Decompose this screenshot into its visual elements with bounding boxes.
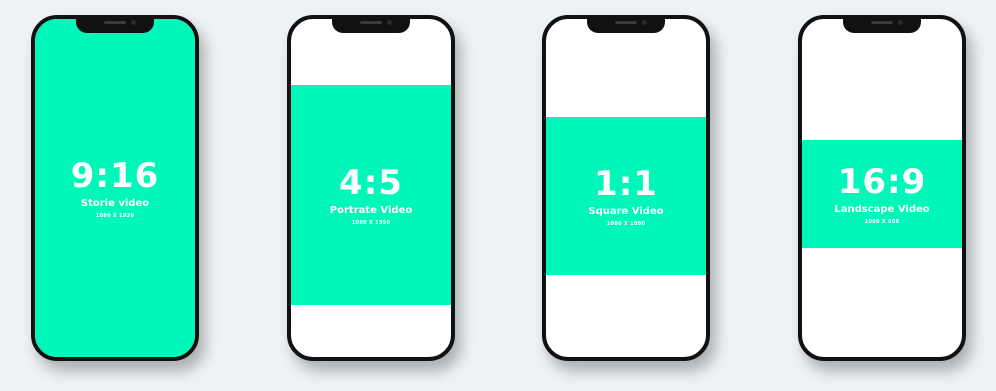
- video-area: 4:5 Portrate Video 1080 X 1350: [291, 85, 451, 305]
- resolution: 1080 X 1920: [95, 212, 135, 219]
- notch: [843, 19, 921, 33]
- phone-mockup-1-1: 1:1 Square Video 1080 X 1080: [542, 15, 710, 361]
- camera-icon: [387, 20, 392, 25]
- phone-mockup-9-16: 9:16 Storie video 1080 X 1920: [31, 15, 199, 361]
- format-label: 4:5 Portrate Video 1080 X 1350: [330, 164, 412, 227]
- speaker-icon: [871, 21, 893, 24]
- format-label: 9:16 Storie video 1080 X 1920: [71, 157, 160, 220]
- notch: [76, 19, 154, 33]
- phone-mockup-16-9: 16:9 Landscape Video 1080 X 608: [798, 15, 966, 361]
- speaker-icon: [360, 21, 382, 24]
- aspect-ratio: 1:1: [594, 163, 658, 204]
- resolution: 1080 X 1080: [606, 220, 646, 227]
- aspect-ratio: 4:5: [339, 162, 403, 203]
- speaker-icon: [615, 21, 637, 24]
- resolution: 1080 X 608: [864, 218, 900, 225]
- notch: [587, 19, 665, 33]
- camera-icon: [642, 20, 647, 25]
- phone-mockup-4-5: 4:5 Portrate Video 1080 X 1350: [287, 15, 455, 361]
- format-label: 16:9 Landscape Video 1080 X 608: [834, 163, 929, 226]
- format-label: 1:1 Square Video 1080 X 1080: [588, 165, 663, 228]
- aspect-ratio: 9:16: [70, 155, 160, 196]
- video-area: 1:1 Square Video 1080 X 1080: [546, 117, 706, 275]
- speaker-icon: [104, 21, 126, 24]
- format-name: Portrate Video: [329, 204, 413, 216]
- video-area: 16:9 Landscape Video 1080 X 608: [802, 140, 962, 248]
- format-name: Landscape Video: [834, 203, 930, 215]
- format-name: Square Video: [588, 205, 664, 217]
- camera-icon: [898, 20, 903, 25]
- resolution: 1080 X 1350: [351, 219, 391, 226]
- aspect-ratio: 16:9: [837, 161, 927, 202]
- video-area: 9:16 Storie video 1080 X 1920: [35, 19, 195, 357]
- camera-icon: [131, 20, 136, 25]
- notch: [332, 19, 410, 33]
- format-name: Storie video: [80, 197, 150, 209]
